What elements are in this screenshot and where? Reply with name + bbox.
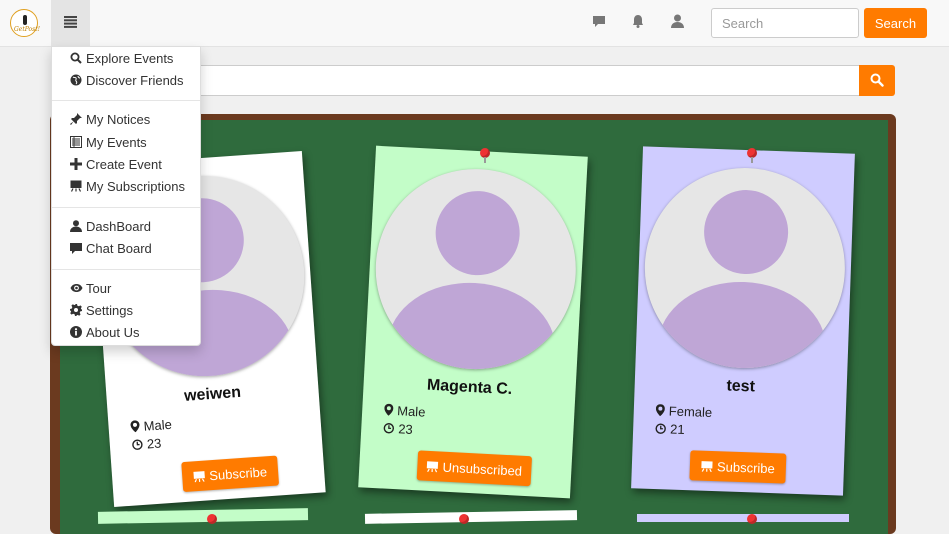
blackboard-icon <box>701 460 713 472</box>
clock-icon <box>655 423 666 434</box>
pin-icon <box>23 15 27 25</box>
gear-icon <box>70 304 82 316</box>
pushpin-icon <box>70 113 82 125</box>
avatar <box>641 164 849 372</box>
gender-text: Male <box>143 416 173 434</box>
app-logo[interactable]: GetPost! <box>10 9 41 37</box>
event-search-button[interactable] <box>859 65 895 96</box>
search-icon <box>870 73 884 87</box>
gender-info: Male <box>384 402 426 420</box>
age-info: 21 <box>655 421 685 437</box>
map-marker-icon <box>384 403 394 416</box>
menu-divider <box>52 207 200 208</box>
age-text: 23 <box>146 435 162 452</box>
subscribe-button[interactable]: Subscribe <box>181 455 280 493</box>
clock-icon <box>132 439 143 450</box>
top-navbar: GetPost! Search <box>0 0 949 47</box>
gender-info: Female <box>655 403 713 420</box>
globe-icon <box>70 74 82 86</box>
event-search-input[interactable] <box>198 65 859 96</box>
info-icon <box>70 326 82 338</box>
plus-icon <box>70 158 82 170</box>
chat-icon[interactable] <box>592 14 606 28</box>
user-card: test Female 21 Subscribe <box>631 146 855 496</box>
user-name: weiwen <box>183 383 242 405</box>
avatar <box>370 163 581 375</box>
list-icon <box>64 16 77 28</box>
user-icon <box>70 220 82 232</box>
user-icon[interactable] <box>671 14 684 28</box>
age-info: 23 <box>131 435 162 453</box>
menu-divider <box>52 269 200 270</box>
blackboard-icon <box>193 470 205 482</box>
menu-divider <box>52 100 200 101</box>
user-name: Magenta C. <box>426 376 513 399</box>
gender-text: Female <box>668 403 713 420</box>
age-info: 23 <box>383 420 413 437</box>
list-icon <box>70 136 82 148</box>
map-marker-icon <box>655 404 665 417</box>
comment-icon <box>70 243 82 254</box>
navbar-search-input[interactable] <box>711 8 859 38</box>
gender-info: Male <box>130 417 172 435</box>
age-text: 21 <box>669 421 685 438</box>
logo-text: GetPost! <box>14 26 41 33</box>
navbar-search-button[interactable]: Search <box>864 8 927 38</box>
user-name: test <box>726 377 756 396</box>
pushpin-icon <box>459 514 469 524</box>
blackboard-icon <box>427 460 439 472</box>
pushpin-icon <box>207 514 217 524</box>
unsubscribe-button[interactable]: Unsubscribed <box>416 450 533 487</box>
age-text: 23 <box>397 421 414 437</box>
pushpin-icon <box>747 148 757 163</box>
user-card: Magenta C. Male 23 Unsubscribed <box>358 145 588 499</box>
menu-toggle-button[interactable] <box>51 0 90 46</box>
gender-text: Male <box>396 403 426 420</box>
blackboard-icon <box>70 180 82 192</box>
pushpin-icon <box>747 514 757 524</box>
pushpin-icon <box>480 148 490 163</box>
nav-dropdown-menu: Explore Events Discover Friends My Notic… <box>51 46 201 346</box>
eye-icon <box>70 284 83 292</box>
clock-icon <box>383 423 395 434</box>
bell-icon[interactable] <box>632 14 644 28</box>
map-marker-icon <box>130 420 140 433</box>
subscribe-button[interactable]: Subscribe <box>689 450 787 484</box>
search-icon <box>70 52 82 64</box>
user-card-partial <box>637 514 849 522</box>
